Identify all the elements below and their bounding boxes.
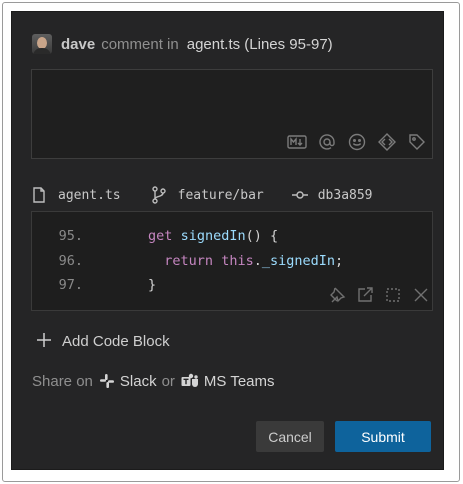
code-line: 96. return this. _signedIn; — [32, 251, 344, 271]
cancel-button[interactable]: Cancel — [256, 421, 324, 452]
code-metadata: agent.ts feature/bar db3a859 — [32, 185, 373, 205]
share-row: Share on Slack or MS Teams — [32, 370, 275, 392]
code-token: ; — [335, 253, 344, 269]
username: dave — [61, 35, 96, 53]
comment-panel: dave comment in agent.ts (Lines 95-97) a… — [11, 11, 444, 470]
code-token: signedIn — [180, 228, 246, 244]
file-icon — [33, 187, 45, 203]
file-meta: agent.ts — [32, 187, 121, 203]
close-icon[interactable] — [410, 285, 432, 305]
slack-link[interactable]: Slack — [99, 373, 157, 390]
line-number: 96. — [58, 253, 83, 269]
teams-link[interactable]: MS Teams — [181, 373, 275, 390]
submit-button[interactable]: Submit — [335, 421, 431, 452]
code-token: get — [148, 228, 173, 244]
code-token: this — [221, 253, 254, 269]
teams-icon — [181, 373, 198, 387]
add-code-block-label: Add Code Block — [62, 332, 170, 350]
commit-meta: db3a859 — [291, 187, 373, 203]
open-external-icon[interactable] — [354, 285, 376, 305]
code-icon[interactable] — [376, 132, 398, 152]
plus-icon — [36, 331, 52, 351]
pin-icon[interactable] — [326, 285, 348, 305]
code-token: () { — [245, 228, 279, 244]
code-token: } — [148, 277, 157, 293]
code-token: . — [253, 253, 262, 269]
branch-icon — [151, 186, 166, 204]
comment-header: dave comment in agent.ts (Lines 95-97) — [32, 33, 333, 55]
code-toolbar — [326, 285, 432, 305]
markdown-icon[interactable] — [286, 132, 308, 152]
file-reference: agent.ts (Lines 95-97) — [186, 35, 333, 53]
action-text: comment in — [101, 35, 179, 53]
teams-label: MS Teams — [203, 372, 275, 390]
line-number: 97. — [58, 277, 83, 293]
line-number: 95. — [58, 228, 83, 244]
tag-icon[interactable] — [406, 132, 428, 152]
commit-icon — [291, 191, 308, 199]
branch-meta: feature/bar — [151, 186, 264, 204]
share-or: or — [161, 372, 175, 390]
code-token: return — [164, 253, 214, 269]
file-name: agent.ts — [58, 187, 121, 203]
emoji-icon[interactable] — [346, 132, 368, 152]
add-code-block-button[interactable]: Add Code Block — [36, 330, 170, 352]
branch-name: feature/bar — [177, 187, 264, 203]
commit-hash: db3a859 — [317, 187, 373, 203]
comment-toolbar — [286, 132, 428, 152]
share-prefix: Share on — [32, 372, 93, 390]
code-block: 95. get signedIn() { 96. return this. _sig… — [31, 211, 433, 311]
code-line: 95. get signedIn() { — [32, 226, 279, 246]
mention-icon[interactable] — [316, 132, 338, 152]
avatar — [32, 34, 52, 54]
select-icon[interactable] — [382, 285, 404, 305]
code-line: 97. } — [32, 275, 157, 295]
slack-icon — [99, 374, 114, 388]
code-token: _signedIn — [261, 253, 336, 269]
comment-input[interactable] — [31, 69, 433, 159]
slack-label: Slack — [119, 372, 157, 390]
